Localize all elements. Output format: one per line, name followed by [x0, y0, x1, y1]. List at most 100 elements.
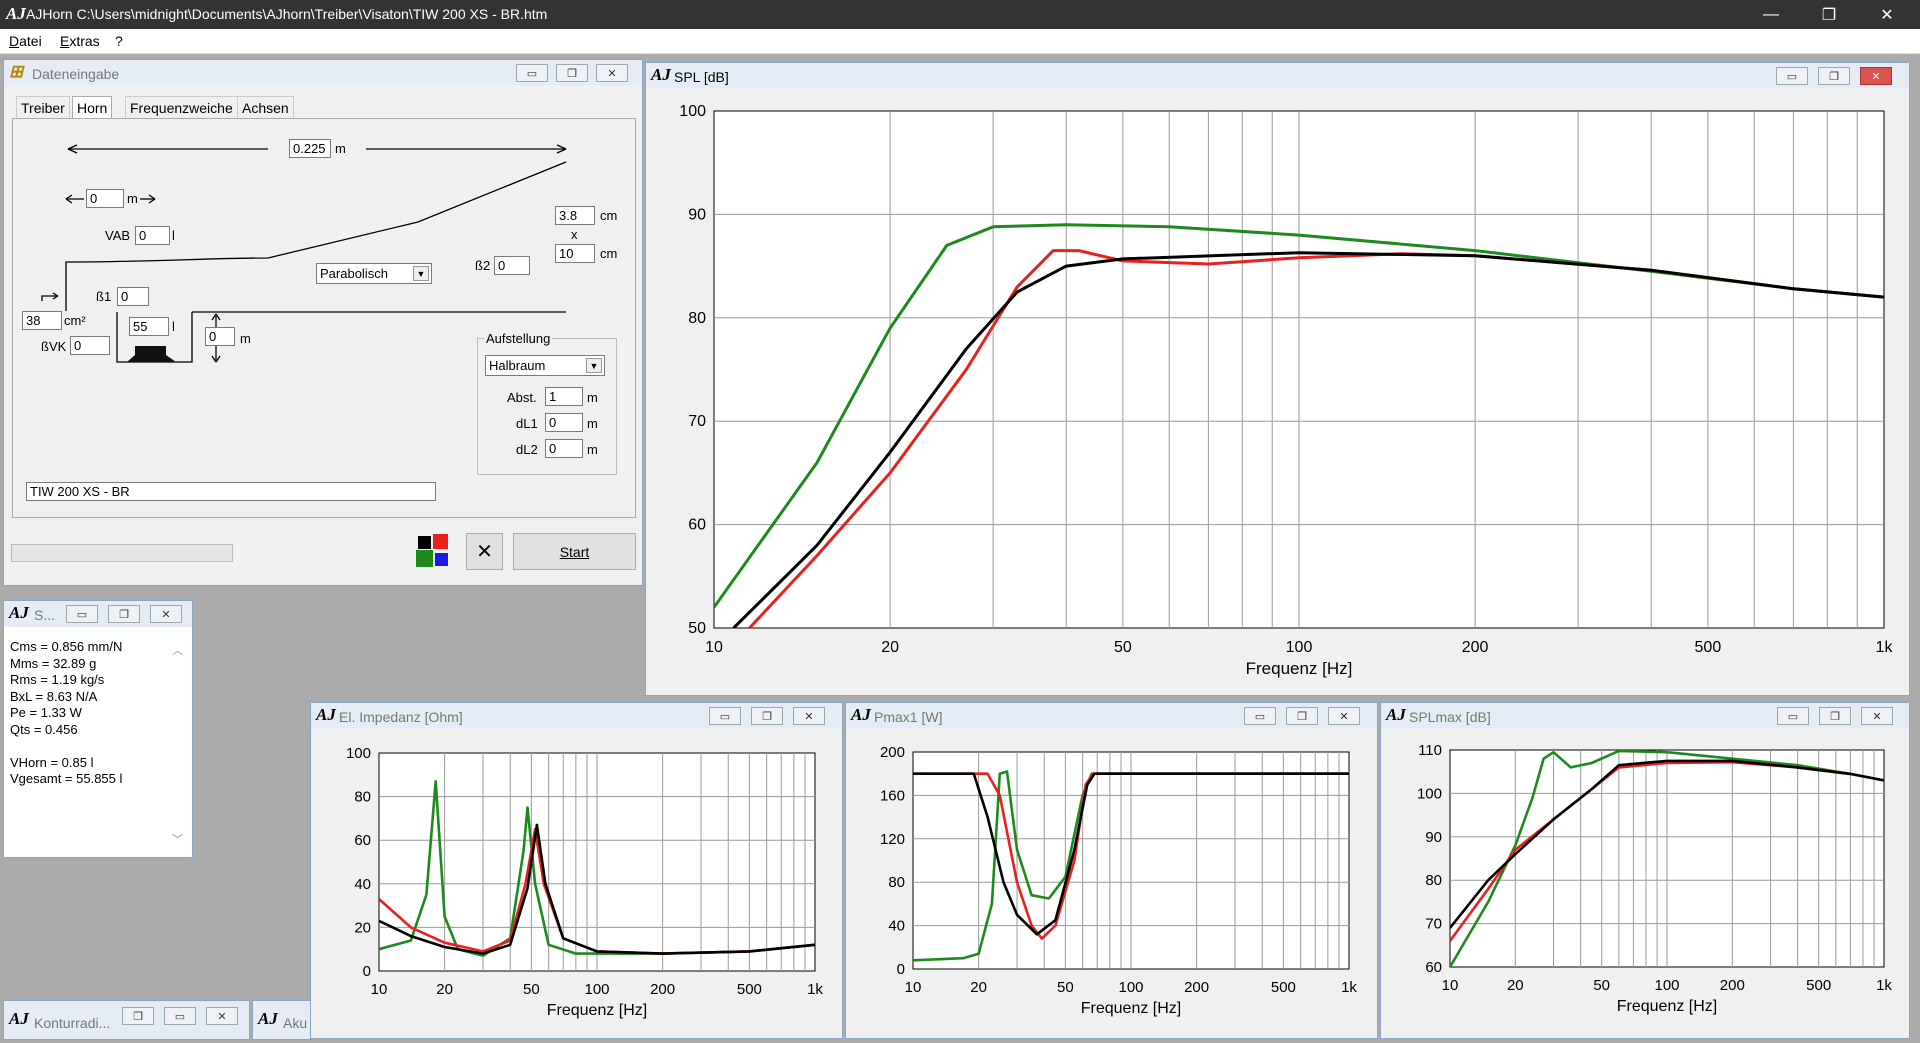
- imp-ytick-label: 0: [363, 963, 371, 980]
- pmax-ytick-label: 200: [880, 744, 905, 761]
- volume-input[interactable]: 55: [129, 317, 169, 336]
- pmax-xtick-label: 100: [1118, 979, 1143, 996]
- cancel-button[interactable]: ✕: [466, 533, 503, 570]
- scroll-up-icon[interactable]: ︿: [172, 642, 183, 658]
- project-name-input[interactable]: TIW 200 XS - BR: [26, 482, 436, 501]
- impedance-chart-window: AJ El. Impedanz [Ohm] ▭ ❐ ✕ 0 20 40 60 80 100 10 2…: [310, 702, 843, 1039]
- dl1-input[interactable]: 0: [545, 413, 583, 432]
- area-input[interactable]: 38: [22, 311, 62, 330]
- splmax-xtick-label: 1k: [1876, 977, 1892, 994]
- imp-xtick-label: 20: [436, 981, 453, 998]
- b1-input[interactable]: 0: [117, 287, 149, 306]
- aufstellung-title: Aufstellung: [484, 331, 553, 346]
- splmax-ytick-label: 60: [1425, 959, 1442, 976]
- splmax-ytick-label: 70: [1425, 916, 1442, 933]
- splmax-chart: 60 70 80 90 100 110 10 20 50 100 200 500 1k Frequenz …: [1417, 742, 1892, 1015]
- red-swatch[interactable]: [433, 534, 448, 549]
- imp-xtick-label: 1k: [807, 981, 823, 998]
- horn-type-select[interactable]: Parabolisch ▼: [316, 263, 432, 284]
- imp-ytick-label: 100: [346, 745, 371, 762]
- black-swatch[interactable]: [418, 536, 431, 549]
- splmax-xtick-label: 500: [1806, 977, 1831, 994]
- spl-ytick-label: 80: [688, 310, 706, 327]
- params-maximize-button[interactable]: ❐: [108, 605, 140, 623]
- imp-xtick-label: 200: [650, 981, 675, 998]
- b2-label: ß2: [475, 258, 491, 273]
- splmax-ytick-label: 80: [1425, 872, 1442, 889]
- color-picker[interactable]: [416, 534, 450, 568]
- splmax-xtick-label: 20: [1507, 977, 1524, 994]
- spl-ytick-label: 100: [679, 103, 706, 120]
- params-text: Cms = 0.856 mm/N Mms = 32.89 g Rms = 1.19 …: [10, 639, 123, 787]
- dl2-input[interactable]: 0: [545, 439, 583, 458]
- abst-label: Abst.: [507, 390, 537, 405]
- throat-height-unit: cm: [600, 246, 618, 261]
- horn-length-input[interactable]: 0.225: [289, 139, 331, 158]
- imp-xtick-label: 10: [371, 981, 388, 998]
- minimize-icon[interactable]: —: [1748, 0, 1794, 29]
- spl-xlabel: Frequenz [Hz]: [1246, 659, 1353, 678]
- params-window-caption: AJ S... ▭ ❐ ✕: [4, 601, 192, 627]
- imp-xtick-label: 100: [584, 981, 609, 998]
- placement-select[interactable]: Halbraum ▼: [485, 355, 605, 376]
- speaker-icon: [127, 346, 176, 362]
- progress-bar: [11, 544, 233, 562]
- bvk-input[interactable]: 0: [70, 336, 110, 355]
- dl1-label: dL1: [516, 416, 538, 431]
- b1-label: ß1: [96, 289, 112, 304]
- spl-ytick-label: 70: [688, 413, 706, 430]
- spl-xtick-label: 10: [705, 639, 723, 656]
- blue-swatch[interactable]: [435, 553, 448, 566]
- pmax-ytick-label: 0: [897, 961, 905, 978]
- area-unit: cm²: [64, 313, 86, 328]
- bvk-label: ßVK: [41, 339, 67, 354]
- spl-chart-window: AJ SPL [dB] ▭ ❐ ✕ 50 60 70 80 90 100 10 20 50 100 200…: [645, 62, 1910, 696]
- start-button[interactable]: Start: [513, 533, 636, 570]
- b2-input[interactable]: 0: [494, 256, 530, 275]
- vab-input[interactable]: 0: [135, 226, 170, 245]
- splmax-xlabel: Frequenz [Hz]: [1617, 998, 1717, 1015]
- imp-chart: 0 20 40 60 80 100 10 20 50 100 200 500 1k Frequenz [H…: [346, 745, 823, 1019]
- splmax-xtick-label: 50: [1593, 977, 1610, 994]
- throat-height-input[interactable]: 10: [555, 244, 595, 263]
- restore-icon[interactable]: ❐: [1806, 0, 1852, 29]
- offset-unit: m: [127, 191, 138, 206]
- spl-chart: 50 60 70 80 90 100 10 20 50 100 200 500 1k Frequenz […: [679, 103, 1893, 678]
- pmax-ytick-label: 160: [880, 787, 905, 804]
- spl-ytick-label: 50: [688, 620, 706, 637]
- times-sign: x: [571, 227, 578, 242]
- spl-xtick-label: 50: [1114, 639, 1132, 656]
- m-input[interactable]: 0: [205, 327, 235, 346]
- vab-label: VAB: [105, 228, 131, 243]
- pmax-xlabel: Frequenz [Hz]: [1081, 1000, 1181, 1017]
- dl1-unit: m: [587, 416, 598, 431]
- imp-xtick-label: 50: [523, 981, 540, 998]
- pmax-xtick-label: 200: [1184, 979, 1209, 996]
- params-close-button[interactable]: ✕: [150, 605, 182, 623]
- close-icon[interactable]: ✕: [1864, 0, 1910, 29]
- pmax-ytick-label: 80: [888, 874, 905, 891]
- spl-xtick-label: 20: [881, 639, 899, 656]
- params-minimize-button[interactable]: ▭: [66, 605, 98, 623]
- pmax-chart-window: AJ Pmax1 [W] ▭ ❐ ✕ 0 40 80 120 160 200 10 20 50 100 2…: [845, 702, 1378, 1039]
- splmax-xtick-label: 100: [1654, 977, 1679, 994]
- spl-xtick-label: 100: [1286, 639, 1313, 656]
- imp-xlabel: Frequenz [Hz]: [547, 1002, 647, 1019]
- dl2-unit: m: [587, 442, 598, 457]
- imp-ytick-label: 80: [354, 789, 371, 806]
- minimized-contour-window[interactable]: AJ Konturradi... ❐ ▭ ✕: [3, 1000, 250, 1040]
- green-swatch[interactable]: [416, 550, 433, 567]
- imp-ytick-label: 20: [354, 919, 371, 936]
- vab-unit: l: [172, 228, 175, 243]
- splmax-ytick-label: 110: [1418, 742, 1442, 759]
- splmax-xtick-label: 200: [1720, 977, 1745, 994]
- throat-width-input[interactable]: 3.8: [555, 206, 595, 225]
- imp-ytick-label: 60: [354, 832, 371, 849]
- imp-ytick-label: 40: [354, 876, 371, 893]
- scroll-down-icon[interactable]: ﹀: [172, 831, 183, 847]
- m-unit: m: [240, 331, 251, 346]
- abst-input[interactable]: 1: [545, 387, 583, 406]
- offset-input[interactable]: 0: [86, 189, 124, 208]
- minimized-aku-window[interactable]: AJ Aku: [252, 1000, 312, 1040]
- spl-ytick-label: 60: [688, 517, 706, 534]
